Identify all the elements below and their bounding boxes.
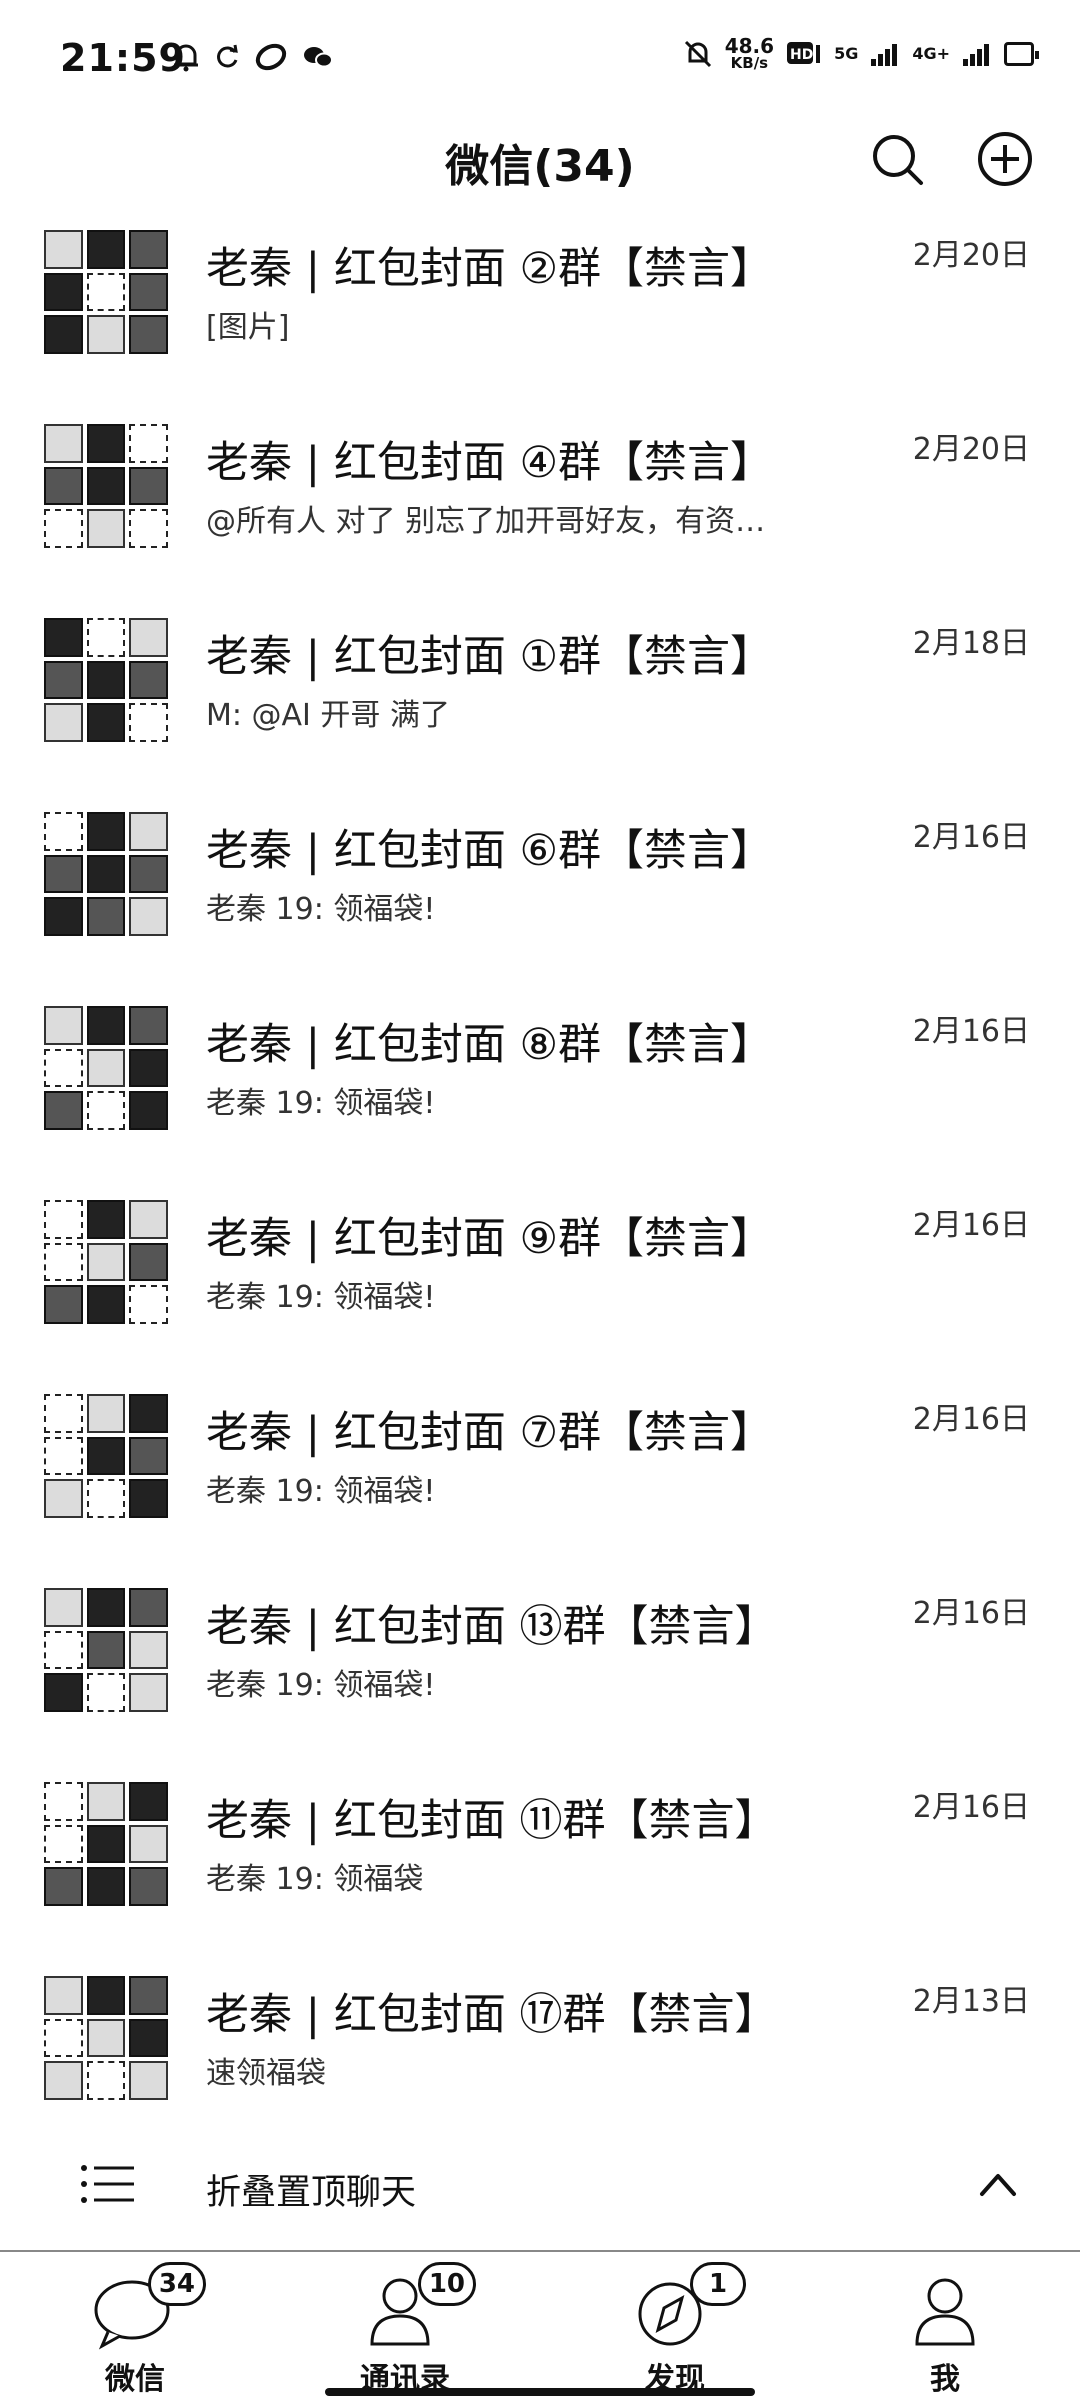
chat-name: 老秦 | 红包封面 ①群【禁言】	[206, 632, 774, 682]
group-avatar	[44, 230, 168, 354]
tab-chats[interactable]: 34 微信	[0, 2252, 270, 2400]
chat-list-item[interactable]: 老秦 | 红包封面 ①群【禁言】 M: @AI 开哥 满了 2月18日	[0, 598, 1080, 792]
chevron-up-icon[interactable]	[976, 2164, 1020, 2204]
status-time: 21:59	[60, 36, 186, 80]
network-speed: 48.6 KB/s	[725, 36, 774, 71]
chat-preview: 老秦 19: 领福袋!	[206, 1668, 436, 1703]
chat-preview: 老秦 19: 领福袋!	[206, 1280, 436, 1315]
mute-icon	[684, 40, 711, 67]
chat-preview: @所有人 对了 别忘了加开哥好友，有资…	[206, 504, 766, 539]
search-button[interactable]	[868, 130, 926, 188]
tab-chats-icon-wrap: 34	[90, 2262, 206, 2350]
chat-preview: 老秦 19: 领福袋!	[206, 892, 436, 927]
group-avatar	[44, 424, 168, 548]
chat-list-item[interactable]: 老秦 | 红包封面 ⑪群【禁言】 老秦 19: 领福袋 2月16日	[0, 1762, 1080, 1956]
tab-discover-icon-wrap: 1	[630, 2262, 746, 2350]
wechat-notify-icon	[304, 47, 333, 68]
battery-icon	[1004, 41, 1039, 66]
signal-icon-2	[963, 43, 989, 66]
chat-list-item[interactable]: 老秦 | 红包封面 ⑧群【禁言】 老秦 19: 领福袋! 2月16日	[0, 986, 1080, 1180]
group-avatar	[44, 1394, 168, 1518]
chat-name: 老秦 | 红包封面 ⑰群【禁言】	[206, 1990, 778, 2040]
chat-name: 老秦 | 红包封面 ⑥群【禁言】	[206, 826, 774, 876]
status-bar: 21:59 48.6 KB/s HD 5G 4G+	[0, 0, 1080, 120]
chat-time: 2月16日	[912, 820, 1030, 855]
network-4g-label: 4G+	[912, 44, 950, 63]
chat-list-item[interactable]: 老秦 | 红包封面 ⑨群【禁言】 老秦 19: 领福袋! 2月16日	[0, 1180, 1080, 1374]
chat-name: 老秦 | 红包封面 ⑨群【禁言】	[206, 1214, 774, 1264]
group-avatar	[44, 618, 168, 742]
chat-time: 2月16日	[912, 1014, 1030, 1049]
svg-text:HD: HD	[790, 47, 813, 63]
chat-preview: M: @AI 开哥 满了	[206, 698, 450, 733]
status-right-icons: 48.6 KB/s HD 5G 4G+	[683, 36, 1039, 71]
chat-name: 老秦 | 红包封面 ⑦群【禁言】	[206, 1408, 774, 1458]
wechat-screen: 21:59 48.6 KB/s HD 5G 4G+ 微信(34) 老秦 | 红包…	[0, 0, 1080, 2400]
chat-time: 2月13日	[912, 1984, 1030, 2019]
network-speed-unit: KB/s	[730, 54, 769, 72]
signal-icon	[871, 43, 898, 66]
add-button[interactable]	[976, 130, 1034, 188]
group-avatar	[44, 812, 168, 936]
network-5g-label: 5G	[834, 44, 859, 63]
status-left-icons	[172, 42, 334, 72]
tab-me-icon-wrap	[900, 2270, 990, 2350]
bottom-tab-bar: 34 微信 10 通讯录 1 发现 我	[0, 2250, 1080, 2400]
list-icon	[81, 2165, 134, 2203]
network-speed-value: 48.6	[724, 34, 775, 58]
chat-list-item[interactable]: 老秦 | 红包封面 ④群【禁言】 @所有人 对了 别忘了加开哥好友，有资… 2月…	[0, 404, 1080, 598]
chat-preview: 速领福袋	[206, 2056, 326, 2091]
chat-list-item[interactable]: 老秦 | 红包封面 ⑰群【禁言】 速领福袋 2月13日	[0, 1956, 1080, 2110]
chat-time: 2月16日	[912, 1596, 1030, 1631]
fold-pinned-label: 折叠置顶聊天	[206, 2173, 417, 2213]
search-icon	[873, 135, 923, 185]
chat-time: 2月18日	[912, 626, 1030, 661]
group-avatar	[44, 1976, 168, 2100]
group-avatar	[44, 1200, 168, 1324]
chat-name: 老秦 | 红包封面 ②群【禁言】	[206, 244, 774, 294]
chat-list-item[interactable]: 老秦 | 红包封面 ⑥群【禁言】 老秦 19: 领福袋! 2月16日	[0, 792, 1080, 986]
tab-me[interactable]: 我	[810, 2252, 1080, 2400]
chat-list-item[interactable]: 老秦 | 红包封面 ⑦群【禁言】 老秦 19: 领福袋! 2月16日	[0, 1374, 1080, 1568]
group-avatar	[44, 1006, 168, 1130]
plus-circle-icon	[978, 132, 1032, 186]
home-indicator[interactable]	[325, 2388, 755, 2396]
chat-time: 2月16日	[912, 1208, 1030, 1243]
new-contacts-badge: 10	[417, 2262, 476, 2306]
chat-time: 2月16日	[912, 1402, 1030, 1437]
fold-pinned-chats-row[interactable]: 折叠置顶聊天	[0, 2120, 1080, 2250]
tab-label: 我	[930, 2362, 960, 2397]
chat-name: 老秦 | 红包封面 ⑧群【禁言】	[206, 1020, 774, 1070]
chat-list-item[interactable]: 老秦 | 红包封面 ⑬群【禁言】 老秦 19: 领福袋! 2月16日	[0, 1568, 1080, 1762]
app-leaf-icon	[255, 43, 287, 71]
chat-list[interactable]: 老秦 | 红包封面 ②群【禁言】 [图片] 2月20日 老秦 | 红包封面 ④群…	[0, 210, 1080, 2110]
sync-icon	[217, 44, 238, 68]
chat-preview: 老秦 19: 领福袋!	[206, 1474, 436, 1509]
chat-list-item[interactable]: 老秦 | 红包封面 ②群【禁言】 [图片] 2月20日	[0, 210, 1080, 404]
group-avatar	[44, 1588, 168, 1712]
group-avatar	[44, 1782, 168, 1906]
chat-preview: 老秦 19: 领福袋	[206, 1862, 424, 1897]
chat-time: 2月20日	[912, 238, 1030, 273]
tab-discover[interactable]: 1 发现	[540, 2252, 810, 2400]
tab-label: 微信	[105, 2362, 165, 2397]
chat-preview: 老秦 19: 领福袋!	[206, 1086, 436, 1121]
tab-contacts[interactable]: 10 通讯录	[270, 2252, 540, 2400]
bell-icon	[174, 44, 198, 72]
chat-time: 2月20日	[912, 432, 1030, 467]
hd-icon: HD	[787, 41, 821, 64]
person-icon	[915, 2278, 975, 2346]
tab-contacts-icon-wrap: 10	[360, 2262, 476, 2350]
discover-badge: 1	[690, 2262, 746, 2306]
title-bar: 微信(34)	[0, 120, 1080, 200]
chat-time: 2月16日	[912, 1790, 1030, 1825]
chat-name: 老秦 | 红包封面 ⑪群【禁言】	[206, 1796, 778, 1846]
chat-name: 老秦 | 红包封面 ④群【禁言】	[206, 438, 774, 488]
unread-badge: 34	[147, 2262, 206, 2306]
chat-name: 老秦 | 红包封面 ⑬群【禁言】	[206, 1602, 778, 1652]
chat-preview: [图片]	[206, 310, 290, 345]
